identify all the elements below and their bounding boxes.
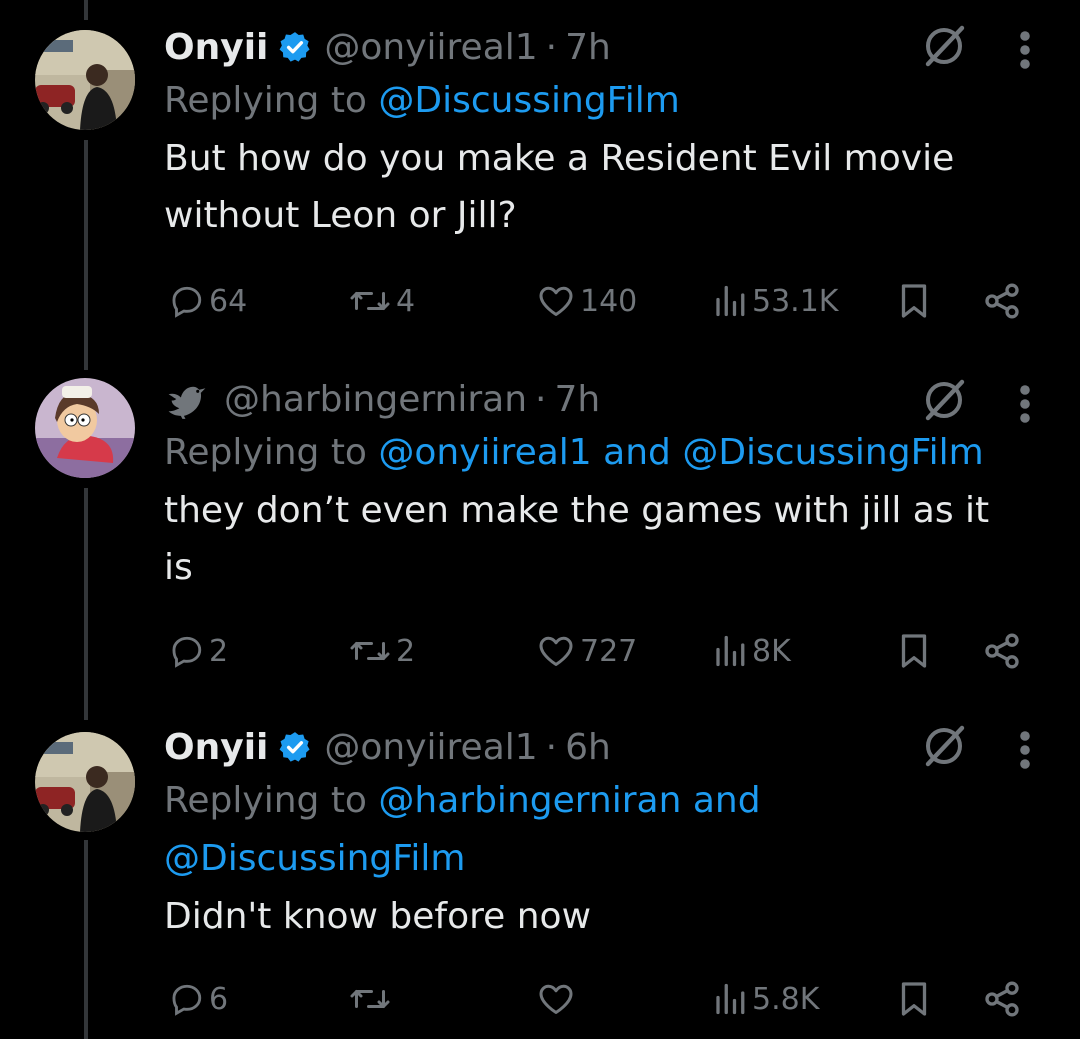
like-count: 727 bbox=[580, 633, 638, 669]
replying-label: Replying to bbox=[164, 780, 379, 821]
tweet-text-line: they don’t even make the games with jill… bbox=[164, 490, 990, 531]
view-count: 53.1K bbox=[752, 283, 839, 319]
share-button[interactable] bbox=[982, 976, 1022, 1022]
reply-icon bbox=[172, 984, 202, 1016]
tweet-text: Didn't know before now bbox=[164, 888, 1040, 945]
views-button[interactable]: 8K bbox=[712, 628, 791, 674]
bird-icon bbox=[168, 386, 206, 419]
share-button[interactable] bbox=[982, 628, 1022, 674]
views-icon bbox=[716, 285, 745, 317]
bookmark-icon bbox=[901, 982, 927, 1016]
reply-button[interactable]: 2 bbox=[169, 628, 228, 674]
mention-link[interactable]: @DiscussingFilm bbox=[164, 838, 465, 879]
reply-count: 64 bbox=[209, 283, 248, 319]
grok-icon[interactable] bbox=[920, 376, 968, 424]
tweet-text: they don’t even make the games with jill… bbox=[164, 482, 1040, 596]
grok-icon[interactable] bbox=[920, 722, 968, 770]
repost-icon bbox=[350, 292, 390, 310]
tweet-text-line: without Leon or Jill? bbox=[164, 195, 517, 236]
like-button[interactable] bbox=[536, 976, 576, 1022]
replying-label: Replying to bbox=[164, 432, 379, 473]
timestamp[interactable]: 6h bbox=[565, 727, 611, 768]
user-handle[interactable]: @harbingerniran bbox=[224, 379, 527, 420]
more-icon[interactable] bbox=[1015, 728, 1035, 772]
view-count: 5.8K bbox=[752, 981, 820, 1017]
bookmark-button[interactable] bbox=[896, 628, 932, 674]
replying-label: Replying to bbox=[164, 80, 379, 121]
replying-to: Replying to @onyiireal1 and @DiscussingF… bbox=[164, 424, 1040, 482]
reply-button[interactable]: 64 bbox=[169, 278, 247, 324]
tweet-text-line: But how do you make a Resident Evil movi… bbox=[164, 138, 955, 179]
tweet[interactable]: Onyii @onyiireal1 · 6h Replying to @harb… bbox=[0, 720, 1080, 1039]
tweet[interactable]: Onyii @onyiireal1 · 7h Replying to @Disc… bbox=[0, 0, 1080, 360]
repost-count: 2 bbox=[396, 633, 416, 669]
separator-dot: · bbox=[545, 26, 558, 68]
views-icon bbox=[716, 983, 745, 1015]
avatar[interactable] bbox=[35, 378, 135, 478]
tweet-text-line: Didn't know before now bbox=[164, 896, 592, 937]
share-icon bbox=[985, 981, 1019, 1017]
avatar[interactable] bbox=[35, 30, 135, 130]
reply-icon bbox=[172, 636, 202, 668]
tweet-text-line: is bbox=[164, 547, 193, 588]
views-button[interactable]: 5.8K bbox=[712, 976, 819, 1022]
bookmark-icon bbox=[901, 284, 927, 318]
like-button[interactable]: 727 bbox=[536, 628, 637, 674]
views-icon bbox=[716, 635, 745, 667]
repost-icon bbox=[350, 642, 390, 660]
mention-link[interactable]: @onyiireal1 bbox=[378, 432, 591, 473]
replying-to: Replying to @DiscussingFilm bbox=[164, 72, 1040, 130]
repost-button[interactable]: 2 bbox=[348, 628, 415, 674]
views-button[interactable]: 53.1K bbox=[712, 278, 838, 324]
reply-count: 6 bbox=[209, 981, 229, 1017]
separator-dot: · bbox=[545, 726, 558, 768]
reply-icon bbox=[172, 286, 202, 318]
display-name[interactable]: Onyii bbox=[164, 727, 268, 768]
share-icon bbox=[985, 633, 1019, 669]
like-icon bbox=[539, 286, 573, 316]
bookmark-icon bbox=[901, 634, 927, 668]
bookmark-button[interactable] bbox=[896, 278, 932, 324]
like-icon bbox=[539, 984, 573, 1014]
separator-dot: · bbox=[535, 378, 547, 420]
user-handle[interactable]: @onyiireal1 bbox=[324, 727, 537, 768]
tweet-text: But how do you make a Resident Evil movi… bbox=[164, 130, 1040, 244]
timestamp[interactable]: 7h bbox=[565, 27, 611, 68]
avatar[interactable] bbox=[35, 732, 135, 832]
tweet[interactable]: @harbingerniran · 7h Replying to @onyiir… bbox=[0, 360, 1080, 720]
user-handle[interactable]: @onyiireal1 bbox=[324, 27, 537, 68]
mention-link[interactable]: @DiscussingFilm bbox=[682, 432, 983, 473]
repost-button[interactable] bbox=[348, 976, 392, 1022]
like-icon bbox=[539, 636, 573, 666]
verified-badge-icon bbox=[279, 732, 310, 762]
mention-link[interactable]: @harbingerniran and bbox=[378, 780, 760, 821]
like-count: 140 bbox=[580, 283, 638, 319]
reply-button[interactable]: 6 bbox=[169, 976, 228, 1022]
more-icon[interactable] bbox=[1015, 28, 1035, 72]
share-button[interactable] bbox=[982, 278, 1022, 324]
repost-icon bbox=[350, 990, 390, 1008]
repost-button[interactable]: 4 bbox=[348, 278, 415, 324]
reply-count: 2 bbox=[209, 633, 229, 669]
verified-badge-icon bbox=[279, 32, 310, 62]
mention-conjunction: and bbox=[591, 432, 683, 473]
repost-count: 4 bbox=[396, 283, 416, 319]
more-icon[interactable] bbox=[1015, 382, 1035, 426]
bookmark-button[interactable] bbox=[896, 976, 932, 1022]
view-count: 8K bbox=[752, 633, 791, 669]
timestamp[interactable]: 7h bbox=[554, 379, 600, 420]
mention-link[interactable]: @DiscussingFilm bbox=[378, 80, 679, 121]
share-icon bbox=[985, 283, 1019, 319]
replying-to: Replying to @harbingerniran and @Discuss… bbox=[164, 772, 1040, 888]
display-name[interactable]: Onyii bbox=[164, 27, 268, 68]
like-button[interactable]: 140 bbox=[536, 278, 637, 324]
grok-icon[interactable] bbox=[920, 22, 968, 70]
